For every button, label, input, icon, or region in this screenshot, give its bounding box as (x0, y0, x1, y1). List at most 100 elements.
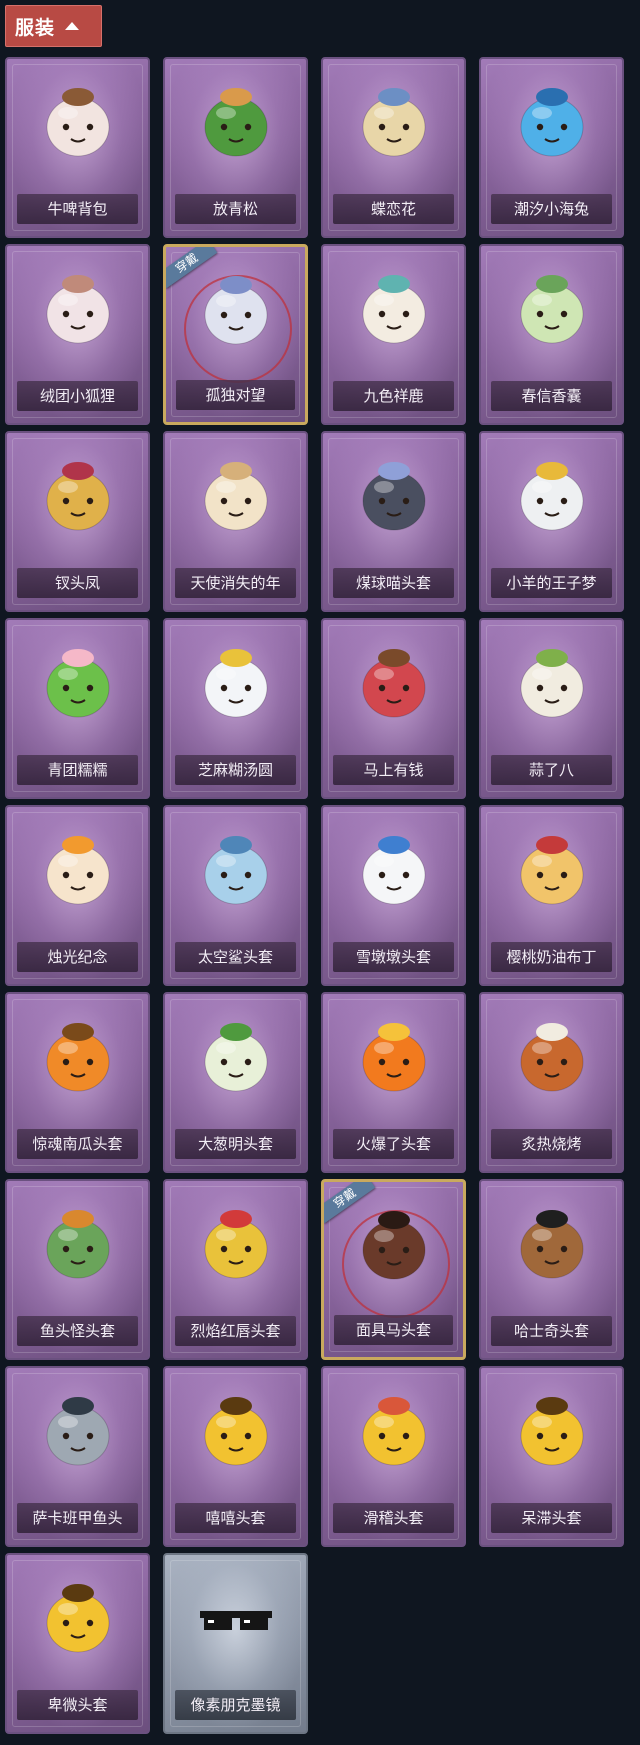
humble-emoji-head-icon (32, 1571, 124, 1663)
costume-card[interactable]: 嘻嘻头套 (163, 1366, 308, 1547)
pumpkin-head-icon (32, 1010, 124, 1102)
costume-card[interactable]: 雪墩墩头套 (321, 805, 466, 986)
costume-card[interactable]: 钗头凤 (5, 431, 150, 612)
costume-card-name: 鱼头怪头套 (17, 1316, 138, 1346)
costume-card-name: 樱桃奶油布丁 (491, 942, 612, 972)
costume-card[interactable]: 萨卡班甲鱼头 (5, 1366, 150, 1547)
costume-card-name: 放青松 (175, 194, 296, 224)
costume-card[interactable]: 春信香囊 (479, 244, 624, 425)
costume-card[interactable]: 炙热烧烤 (479, 992, 624, 1173)
costume-card-name: 炙热烧烤 (491, 1129, 612, 1159)
space-shark-head-icon (190, 823, 282, 915)
costume-card[interactable]: 火爆了头套 (321, 992, 466, 1173)
costume-card-name: 大葱明头套 (175, 1129, 296, 1159)
angel-doll-icon (190, 449, 282, 541)
pixel-sunglasses-icon (190, 1571, 282, 1663)
costume-card-name: 卑微头套 (17, 1690, 138, 1720)
costume-card-name: 绒团小狐狸 (17, 381, 138, 411)
costume-card[interactable]: 芝麻糊汤圆 (163, 618, 308, 799)
nine-color-deer-icon (348, 262, 440, 354)
garlic-head-icon (506, 636, 598, 728)
costume-card-name: 太空鲨头套 (175, 942, 296, 972)
chevron-up-icon[interactable] (65, 22, 80, 30)
costume-card-name: 像素朋克墨镜 (175, 1690, 296, 1720)
sesame-dumpling-icon (190, 636, 282, 728)
green-rice-ball-icon (32, 636, 124, 728)
red-lips-head-icon (190, 1197, 282, 1289)
sacabambaspis-head-icon (32, 1384, 124, 1476)
costume-card[interactable]: 卑微头套 (5, 1553, 150, 1734)
costume-card[interactable]: 樱桃奶油布丁 (479, 805, 624, 986)
costume-card-name: 哈士奇头套 (491, 1316, 612, 1346)
horse-mask-head-icon (348, 1198, 440, 1290)
costume-card[interactable]: 天使消失的年 (163, 431, 308, 612)
fish-monster-head-icon (32, 1197, 124, 1289)
costume-card-name: 牛啤背包 (17, 194, 138, 224)
costume-card[interactable]: 哈士奇头套 (479, 1179, 624, 1360)
costume-card[interactable]: 像素朋克墨镜 (163, 1553, 308, 1734)
costume-card[interactable]: 蒜了八 (479, 618, 624, 799)
costume-card[interactable]: 牛啤背包 (5, 57, 150, 238)
costume-card-name: 孤独对望 (176, 380, 295, 410)
costume-card[interactable]: 穿戴 孤独对望 (163, 244, 308, 425)
lonely-gaze-charm-icon (190, 263, 282, 355)
fluffy-fox-icon (32, 262, 124, 354)
cow-barrel-backpack-icon (32, 75, 124, 167)
butterfly-bell-charm-icon (348, 75, 440, 167)
phoenix-hairpin-doll-icon (32, 449, 124, 541)
costume-card-name: 蝶恋花 (333, 194, 454, 224)
funny-emoji-head-icon (348, 1384, 440, 1476)
costume-card[interactable]: 穿戴 面具马头套 (321, 1179, 466, 1360)
candle-head-icon (32, 823, 124, 915)
snowman-head-icon (348, 823, 440, 915)
spring-sachet-icon (506, 262, 598, 354)
costume-card-name: 潮汐小海兔 (491, 194, 612, 224)
costume-card[interactable]: 滑稽头套 (321, 1366, 466, 1547)
costume-card[interactable]: 青团糯糯 (5, 618, 150, 799)
costume-card-name: 青团糯糯 (17, 755, 138, 785)
cherry-pudding-head-icon (506, 823, 598, 915)
dazed-emoji-head-icon (506, 1384, 598, 1476)
costume-card[interactable]: 潮汐小海兔 (479, 57, 624, 238)
costume-card[interactable]: 小羊的王子梦 (479, 431, 624, 612)
costume-card-name: 钗头凤 (17, 568, 138, 598)
costume-card[interactable]: 惊魂南瓜头套 (5, 992, 150, 1173)
costume-card[interactable]: 马上有钱 (321, 618, 466, 799)
fire-head-icon (348, 1010, 440, 1102)
costume-card[interactable]: 大葱明头套 (163, 992, 308, 1173)
costume-card-name: 滑稽头套 (333, 1503, 454, 1533)
costume-card-name: 烛光纪念 (17, 942, 138, 972)
costume-card[interactable]: 煤球喵头套 (321, 431, 466, 612)
costume-card[interactable]: 鱼头怪头套 (5, 1179, 150, 1360)
costume-card-name: 芝麻糊汤圆 (175, 755, 296, 785)
scallion-head-icon (190, 1010, 282, 1102)
costume-card[interactable]: 放青松 (163, 57, 308, 238)
costume-card-name: 呆滞头套 (491, 1503, 612, 1533)
costume-card[interactable]: 烛光纪念 (5, 805, 150, 986)
grin-emoji-head-icon (190, 1384, 282, 1476)
costume-card-name: 马上有钱 (333, 755, 454, 785)
costume-card[interactable]: 呆滞头套 (479, 1366, 624, 1547)
husky-head-icon (506, 1197, 598, 1289)
costume-tab[interactable]: 服装 (5, 5, 102, 47)
costume-card[interactable]: 九色祥鹿 (321, 244, 466, 425)
costume-card-name: 面具马头套 (334, 1315, 453, 1345)
costume-card-name: 煤球喵头套 (333, 568, 454, 598)
costume-tab-label: 服装 (15, 16, 56, 39)
costume-card-name: 火爆了头套 (333, 1129, 454, 1159)
costume-card[interactable]: 绒团小狐狸 (5, 244, 150, 425)
black-cat-head-icon (348, 449, 440, 541)
costume-card[interactable]: 蝶恋花 (321, 57, 466, 238)
costume-card-name: 春信香囊 (491, 381, 612, 411)
costume-card-name: 天使消失的年 (175, 568, 296, 598)
costume-card-name: 烈焰红唇头套 (175, 1316, 296, 1346)
costume-card-name: 蒜了八 (491, 755, 612, 785)
potted-pine-icon (190, 75, 282, 167)
costume-card-name: 嘻嘻头套 (175, 1503, 296, 1533)
costume-card-name: 小羊的王子梦 (491, 568, 612, 598)
bbq-meat-head-icon (506, 1010, 598, 1102)
costume-card[interactable]: 烈焰红唇头套 (163, 1179, 308, 1360)
costume-card[interactable]: 太空鲨头套 (163, 805, 308, 986)
costume-card-name: 九色祥鹿 (333, 381, 454, 411)
costume-grid: 牛啤背包 放青松 蝶恋花 潮汐小海兔绒团小狐狸 穿戴 孤独对望 九色祥鹿 春信香囊钗头凤 天使消… (5, 57, 624, 1734)
